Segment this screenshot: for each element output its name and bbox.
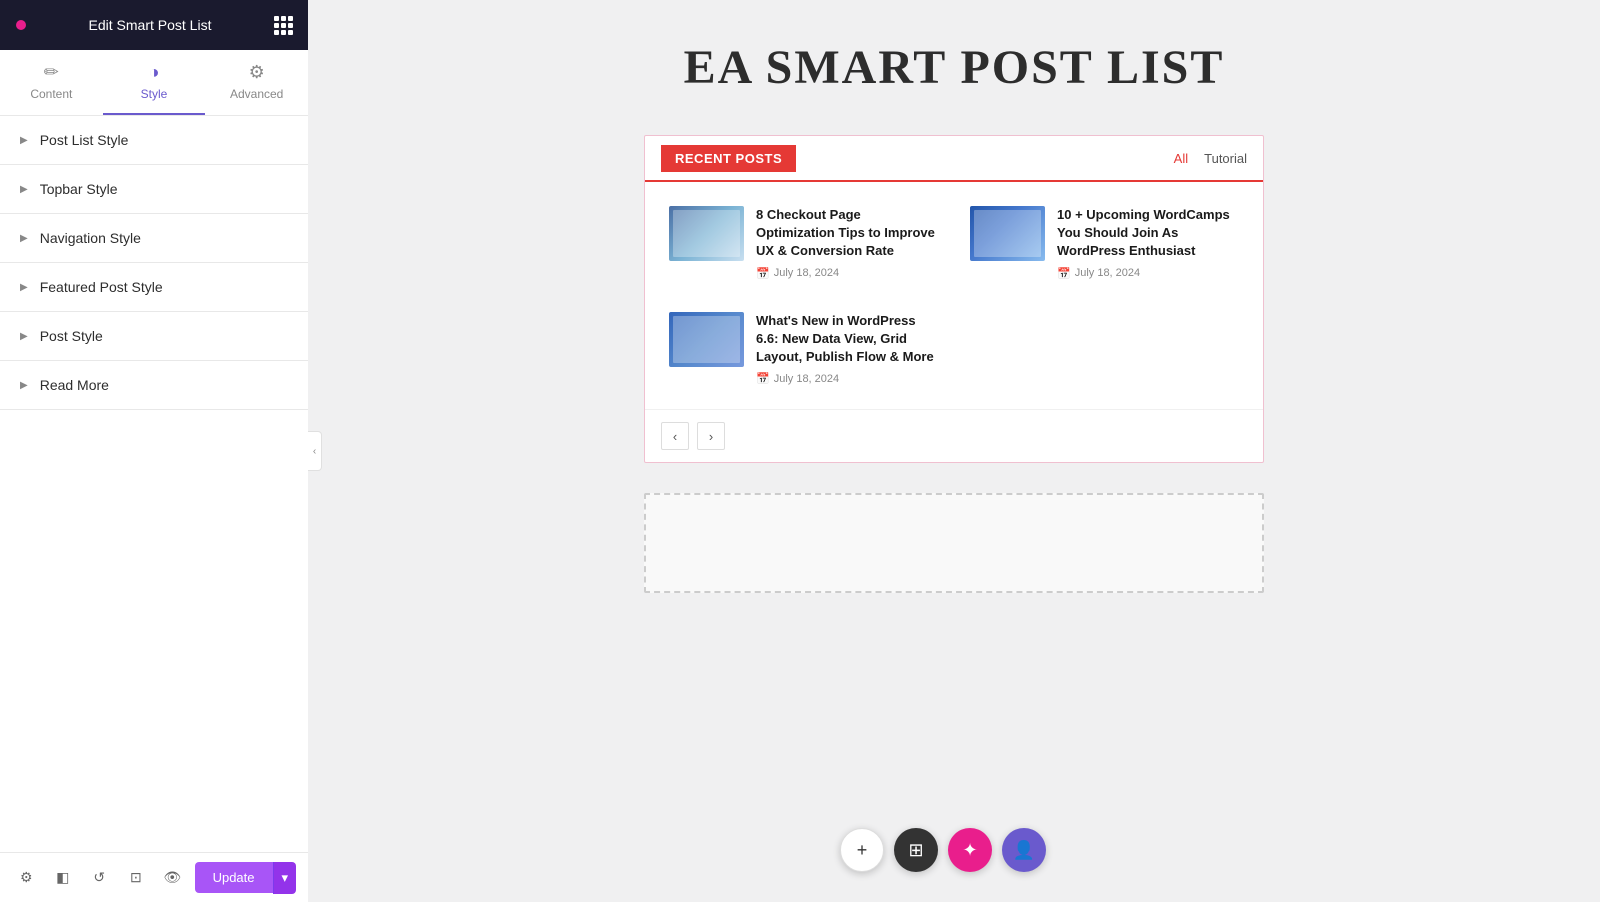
accordion-navigation-style[interactable]: ▶ Navigation Style <box>0 214 308 263</box>
add-element-button[interactable]: + <box>840 828 884 872</box>
calendar-icon: 📅 <box>756 267 770 280</box>
next-page-button[interactable]: › <box>697 422 725 450</box>
update-btn-wrapper: Update ▾ <box>195 862 296 894</box>
post-date: 📅 July 18, 2024 <box>756 372 938 385</box>
tab-bar: ✏ Content ◑ Style ⚙ Advanced <box>0 50 308 116</box>
calendar-icon: 📅 <box>756 372 770 385</box>
accordion-navigation-style-label: Navigation Style <box>40 230 141 246</box>
accordion-post-style[interactable]: ▶ Post Style <box>0 312 308 361</box>
post-card: 8 Checkout Page Optimization Tips to Imp… <box>661 198 946 288</box>
prev-page-button[interactable]: ‹ <box>661 422 689 450</box>
post-info: 8 Checkout Page Optimization Tips to Imp… <box>756 206 938 280</box>
post-info: 10 + Upcoming WordCamps You Should Join … <box>1057 206 1239 280</box>
tab-style-label: Style <box>141 87 168 101</box>
bottom-toolbar: ⚙ ◧ ↺ ⊡ 👁 Update ▾ <box>0 852 308 902</box>
accordion-topbar-style[interactable]: ▶ Topbar Style <box>0 165 308 214</box>
post-title[interactable]: What's New in WordPress 6.6: New Data Vi… <box>756 312 938 367</box>
chevron-icon: ▶ <box>20 380 28 391</box>
accordion-read-more[interactable]: ▶ Read More <box>0 361 308 410</box>
history-icon-btn[interactable]: ↺ <box>85 863 114 893</box>
style-tab-icon: ◑ <box>149 62 160 83</box>
thumb-screen-overlay <box>974 210 1041 257</box>
accordion-read-more-label: Read More <box>40 377 109 393</box>
post-card: 10 + Upcoming WordCamps You Should Join … <box>962 198 1247 288</box>
accordion-featured-post-style[interactable]: ▶ Featured Post Style <box>0 263 308 312</box>
nav-all-link[interactable]: All <box>1174 151 1188 166</box>
advanced-tab-icon: ⚙ <box>249 62 265 83</box>
accordion-post-style-label: Post Style <box>40 328 103 344</box>
layers-icon-btn[interactable]: ◧ <box>49 863 78 893</box>
content-tab-icon: ✏ <box>44 62 59 83</box>
calendar-icon: 📅 <box>1057 267 1071 280</box>
accordion-topbar-style-label: Topbar Style <box>40 181 118 197</box>
post-date-text: July 18, 2024 <box>774 267 839 279</box>
chevron-icon: ▶ <box>20 282 28 293</box>
thumb-screen-overlay <box>673 316 740 363</box>
accordion-featured-post-style-label: Featured Post Style <box>40 279 163 295</box>
update-button[interactable]: Update <box>195 862 273 893</box>
preview-icon-btn[interactable]: 👁 <box>158 863 187 893</box>
widget-nav-links: All Tutorial <box>1174 151 1247 166</box>
responsive-icon-btn[interactable]: ⊡ <box>122 863 151 893</box>
posts-grid: 8 Checkout Page Optimization Tips to Imp… <box>645 182 1263 409</box>
chevron-icon: ▶ <box>20 184 28 195</box>
post-date-text: July 18, 2024 <box>1075 267 1140 279</box>
recent-posts-label: RECENT POSTS <box>661 145 796 172</box>
post-card: What's New in WordPress 6.6: New Data Vi… <box>661 304 946 394</box>
post-thumbnail[interactable] <box>669 312 744 367</box>
settings-icon-btn[interactable]: ⚙ <box>12 863 41 893</box>
folder-button[interactable]: ⊞ <box>894 828 938 872</box>
post-date: 📅 July 18, 2024 <box>756 267 938 280</box>
tab-advanced-label: Advanced <box>230 87 283 101</box>
sidebar-collapse-handle[interactable]: ‹ <box>308 431 322 471</box>
main-content: EA SMART POST LIST RECENT POSTS All Tuto… <box>308 0 1600 902</box>
chevron-icon: ▶ <box>20 135 28 146</box>
nav-tutorial-link[interactable]: Tutorial <box>1204 151 1247 166</box>
menu-icon[interactable] <box>274 16 292 34</box>
accordion-post-list-style[interactable]: ▶ Post List Style <box>0 116 308 165</box>
post-title[interactable]: 8 Checkout Page Optimization Tips to Imp… <box>756 206 938 261</box>
sidebar-title: Edit Smart Post List <box>89 17 212 33</box>
post-info: What's New in WordPress 6.6: New Data Vi… <box>756 312 938 386</box>
empty-widget-placeholder <box>644 493 1264 593</box>
post-list-widget: RECENT POSTS All Tutorial 8 Checkout Pag… <box>644 135 1264 463</box>
tab-advanced[interactable]: ⚙ Advanced <box>205 50 308 115</box>
sidebar: Edit Smart Post List ✏ Content ◑ Style ⚙… <box>0 0 308 902</box>
tab-content[interactable]: ✏ Content <box>0 50 103 115</box>
floating-action-buttons: + ⊞ ✦ 👤 <box>840 828 1046 872</box>
post-title[interactable]: 10 + Upcoming WordCamps You Should Join … <box>1057 206 1239 261</box>
widget-topbar: RECENT POSTS All Tutorial <box>645 136 1263 182</box>
post-thumbnail[interactable] <box>970 206 1045 261</box>
chevron-icon: ▶ <box>20 331 28 342</box>
sidebar-header: Edit Smart Post List <box>0 0 308 50</box>
user-button[interactable]: 👤 <box>1002 828 1046 872</box>
post-date: 📅 July 18, 2024 <box>1057 267 1239 280</box>
chevron-icon: ▶ <box>20 233 28 244</box>
thumb-screen-overlay <box>673 210 740 257</box>
post-date-text: July 18, 2024 <box>774 373 839 385</box>
widget-pagination: ‹ › <box>645 409 1263 462</box>
tab-content-label: Content <box>30 87 72 101</box>
accordion-list: ▶ Post List Style ▶ Topbar Style ▶ Navig… <box>0 116 308 853</box>
page-title: EA SMART POST LIST <box>684 40 1225 95</box>
ai-assist-button[interactable]: ✦ <box>948 828 992 872</box>
tab-style[interactable]: ◑ Style <box>103 50 206 115</box>
post-thumbnail[interactable] <box>669 206 744 261</box>
brand-dot-icon <box>16 20 26 30</box>
accordion-post-list-style-label: Post List Style <box>40 132 129 148</box>
update-dropdown-button[interactable]: ▾ <box>273 862 297 894</box>
